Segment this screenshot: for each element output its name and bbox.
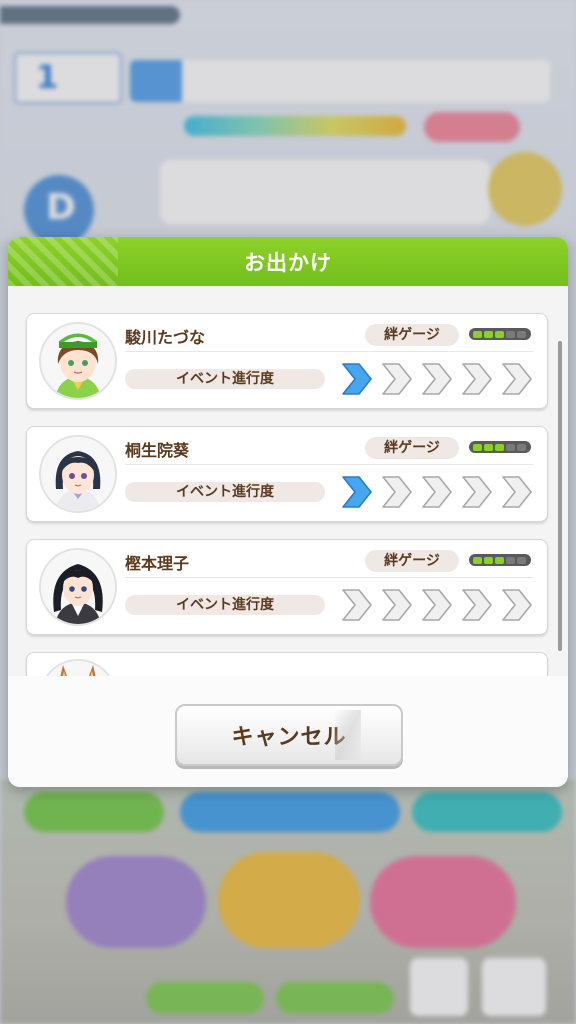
- dialog-footer: キャンセル: [8, 676, 568, 787]
- bond-gauge: [469, 554, 531, 566]
- list-scrollbar-thumb[interactable]: [558, 341, 562, 651]
- bond-gauge-segment: [506, 556, 515, 564]
- event-progress-label: イベント進行度: [125, 369, 325, 389]
- event-step-pending-icon: [382, 589, 412, 621]
- character-avatar: [39, 322, 117, 400]
- aoi-portrait-icon: [41, 437, 115, 511]
- bond-gauge-segment: [473, 556, 482, 564]
- bond-gauge-segment: [484, 443, 493, 451]
- event-step-pending-icon: [502, 476, 532, 508]
- character-name: 樫本理子: [125, 554, 190, 573]
- event-step-pending-icon: [502, 589, 532, 621]
- card-divider: [125, 577, 533, 578]
- character-avatar: [39, 435, 117, 513]
- event-step-complete-icon: [342, 476, 372, 508]
- bond-gauge-segment: [484, 330, 493, 338]
- bond-gauge-segment: [495, 330, 504, 338]
- cancel-button[interactable]: キャンセル: [175, 704, 403, 766]
- tazuna-portrait-icon: [41, 324, 115, 398]
- character-avatar: [39, 548, 117, 626]
- button-shine: [335, 710, 361, 760]
- event-progress-label: イベント進行度: [125, 595, 325, 615]
- dialog-header: お出かけ: [8, 237, 568, 286]
- event-step-pending-icon: [342, 589, 372, 621]
- bond-gauge-segment: [473, 443, 482, 451]
- horse-girl-portrait-icon: [41, 661, 115, 676]
- character-card-aoi[interactable]: 桐生院葵 絆ゲージ イベント進行度: [26, 426, 548, 522]
- bond-gauge-segment: [506, 330, 515, 338]
- event-step-pending-icon: [502, 363, 532, 395]
- card-divider: [125, 464, 533, 465]
- event-progress-steps: [341, 475, 533, 509]
- event-step-complete-icon: [342, 363, 372, 395]
- event-step-pending-icon: [462, 363, 492, 395]
- character-name: 駿川たづな: [125, 328, 206, 347]
- event-step-pending-icon: [422, 363, 452, 395]
- bond-gauge-segment: [473, 330, 482, 338]
- character-name: 桐生院葵: [125, 441, 190, 460]
- event-progress-steps: [341, 362, 533, 396]
- bond-gauge-segment: [484, 556, 493, 564]
- character-card-tazuna[interactable]: 駿川たづな 絆ゲージ イベント進行度: [26, 313, 548, 409]
- event-progress-label: イベント進行度: [125, 482, 325, 502]
- event-step-pending-icon: [462, 589, 492, 621]
- bond-gauge-label: 絆ゲージ: [365, 437, 459, 459]
- event-step-pending-icon: [422, 589, 452, 621]
- event-step-pending-icon: [422, 476, 452, 508]
- dialog-title: お出かけ: [244, 250, 332, 275]
- card-divider: [125, 351, 533, 352]
- event-step-pending-icon: [382, 363, 412, 395]
- riko-portrait-icon: [41, 550, 115, 624]
- bond-gauge-label: 絆ゲージ: [365, 550, 459, 572]
- bond-gauge-segment: [506, 443, 515, 451]
- bond-gauge-label: 絆ゲージ: [365, 324, 459, 346]
- bond-gauge-segment: [495, 443, 504, 451]
- character-avatar: [39, 659, 117, 676]
- bond-gauge: [469, 328, 531, 340]
- event-step-pending-icon: [382, 476, 412, 508]
- bond-gauge: [469, 441, 531, 453]
- cancel-button-label: キャンセル: [231, 725, 347, 750]
- character-card-riko[interactable]: 樫本理子 絆ゲージ イベント進行度: [26, 539, 548, 635]
- bond-gauge-segment: [495, 556, 504, 564]
- event-progress-steps: [341, 588, 533, 622]
- character-list[interactable]: 駿川たづな 絆ゲージ イベント進行度 桐生院葵 絆ゲージ イベント進行度 樫本理…: [8, 286, 568, 676]
- bond-gauge-segment: [517, 556, 526, 564]
- event-step-pending-icon: [462, 476, 492, 508]
- character-card-partial[interactable]: [26, 652, 548, 676]
- header-pattern: [8, 237, 118, 286]
- outing-dialog: お出かけ 駿川たづな 絆ゲージ イベント進行度 桐生院葵 絆ゲージ イベント進行…: [8, 237, 568, 787]
- bond-gauge-segment: [517, 443, 526, 451]
- bond-gauge-segment: [517, 330, 526, 338]
